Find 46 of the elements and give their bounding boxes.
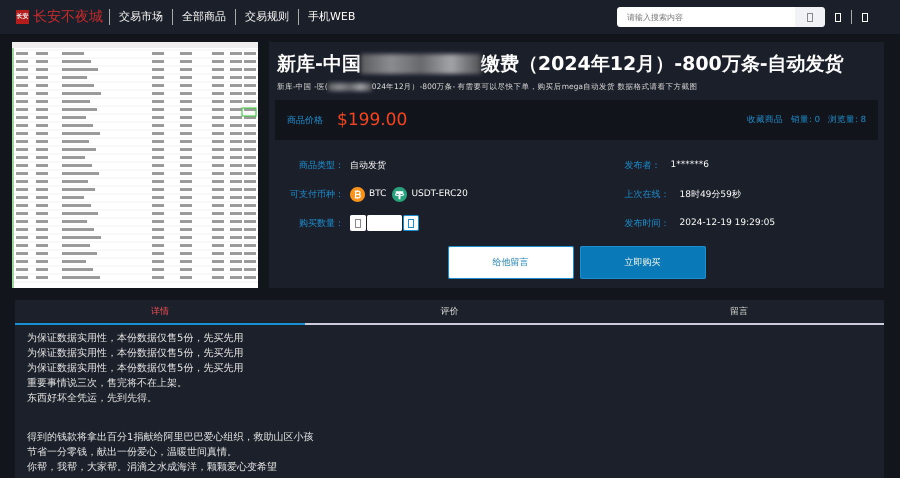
- field-label: 可支付币种：: [289, 188, 344, 200]
- detail-text: 节省一分零钱，献出一份爱心，温暖世间真情。: [27, 446, 238, 460]
- product-title: 缴费（2024年12月）-800万条-自动发货: [480, 52, 844, 77]
- field-value: 2024-12-19 19:29:05: [680, 218, 776, 228]
- tab[interactable]: 详情: [15, 300, 305, 325]
- missing-glyph-icon[interactable]: [862, 12, 868, 22]
- detail-text: 为保证数据实用性，本份数据仅售5份，先买先用: [27, 362, 244, 376]
- price-value: $199.00: [337, 110, 408, 130]
- detail-text: 为保证数据实用性，本份数据仅售5份，先买先用: [27, 346, 244, 361]
- field-value: 1******6: [670, 160, 709, 170]
- bitcoin-icon: [350, 186, 365, 202]
- nav-link[interactable]: 交易市场: [109, 9, 172, 25]
- currency-label: USDT-ERC20: [411, 189, 468, 199]
- product-title: 新库-中国: [277, 52, 361, 77]
- currency-label: BTC: [369, 189, 386, 199]
- search-button[interactable]: [795, 7, 825, 27]
- nav-link[interactable]: 手机WEB: [298, 9, 364, 25]
- detail-text: 为保证数据实用性，本份数据仅售5份，先买先用: [27, 332, 244, 346]
- missing-glyph-icon[interactable]: [835, 12, 841, 22]
- field-label: 发布者：: [624, 160, 660, 172]
- buy-button[interactable]: 立即购买: [580, 246, 706, 279]
- quantity-field[interactable]: [367, 215, 402, 231]
- favorite-link[interactable]: 收藏商品: [747, 114, 784, 126]
- message-button[interactable]: 给他留言: [448, 246, 574, 279]
- tab[interactable]: 留言: [594, 300, 884, 323]
- increase-button[interactable]: [403, 215, 419, 231]
- price-label: 商品价格: [287, 114, 323, 126]
- detail-text: 重要事情说三次，售完将不在上架。: [27, 376, 188, 391]
- tab[interactable]: 评价: [304, 300, 594, 323]
- field-label: 发布时间：: [624, 218, 670, 230]
- field-label: 商品类型：: [298, 160, 344, 172]
- detail-text: 东西好坏全凭运，先到先得。: [27, 392, 158, 406]
- nav-link[interactable]: 全部商品: [172, 9, 235, 25]
- sales-count: 销量: 0: [791, 114, 820, 126]
- decrease-button[interactable]: [350, 215, 366, 231]
- field-label: 上次在线：: [624, 188, 670, 200]
- field-label: 购买数量：: [298, 218, 344, 230]
- nav-link[interactable]: 交易规则: [235, 9, 298, 25]
- blurred-area: [328, 83, 372, 91]
- field-value: 自动发货: [350, 160, 386, 172]
- view-count: 浏览量: 8: [828, 114, 866, 126]
- detail-text: 得到的钱款将拿出百分1捐献给阿里巴巴爱心组织，救助山区小孩: [27, 430, 314, 445]
- tether-icon: [392, 186, 408, 202]
- search-field[interactable]: 请输入搜索内容: [617, 7, 795, 27]
- detail-text: 你帮，我帮，大家帮。涓滴之水成海洋，颗颗爱心变希望: [27, 460, 278, 475]
- field-value: 18时49分59秒: [680, 188, 741, 200]
